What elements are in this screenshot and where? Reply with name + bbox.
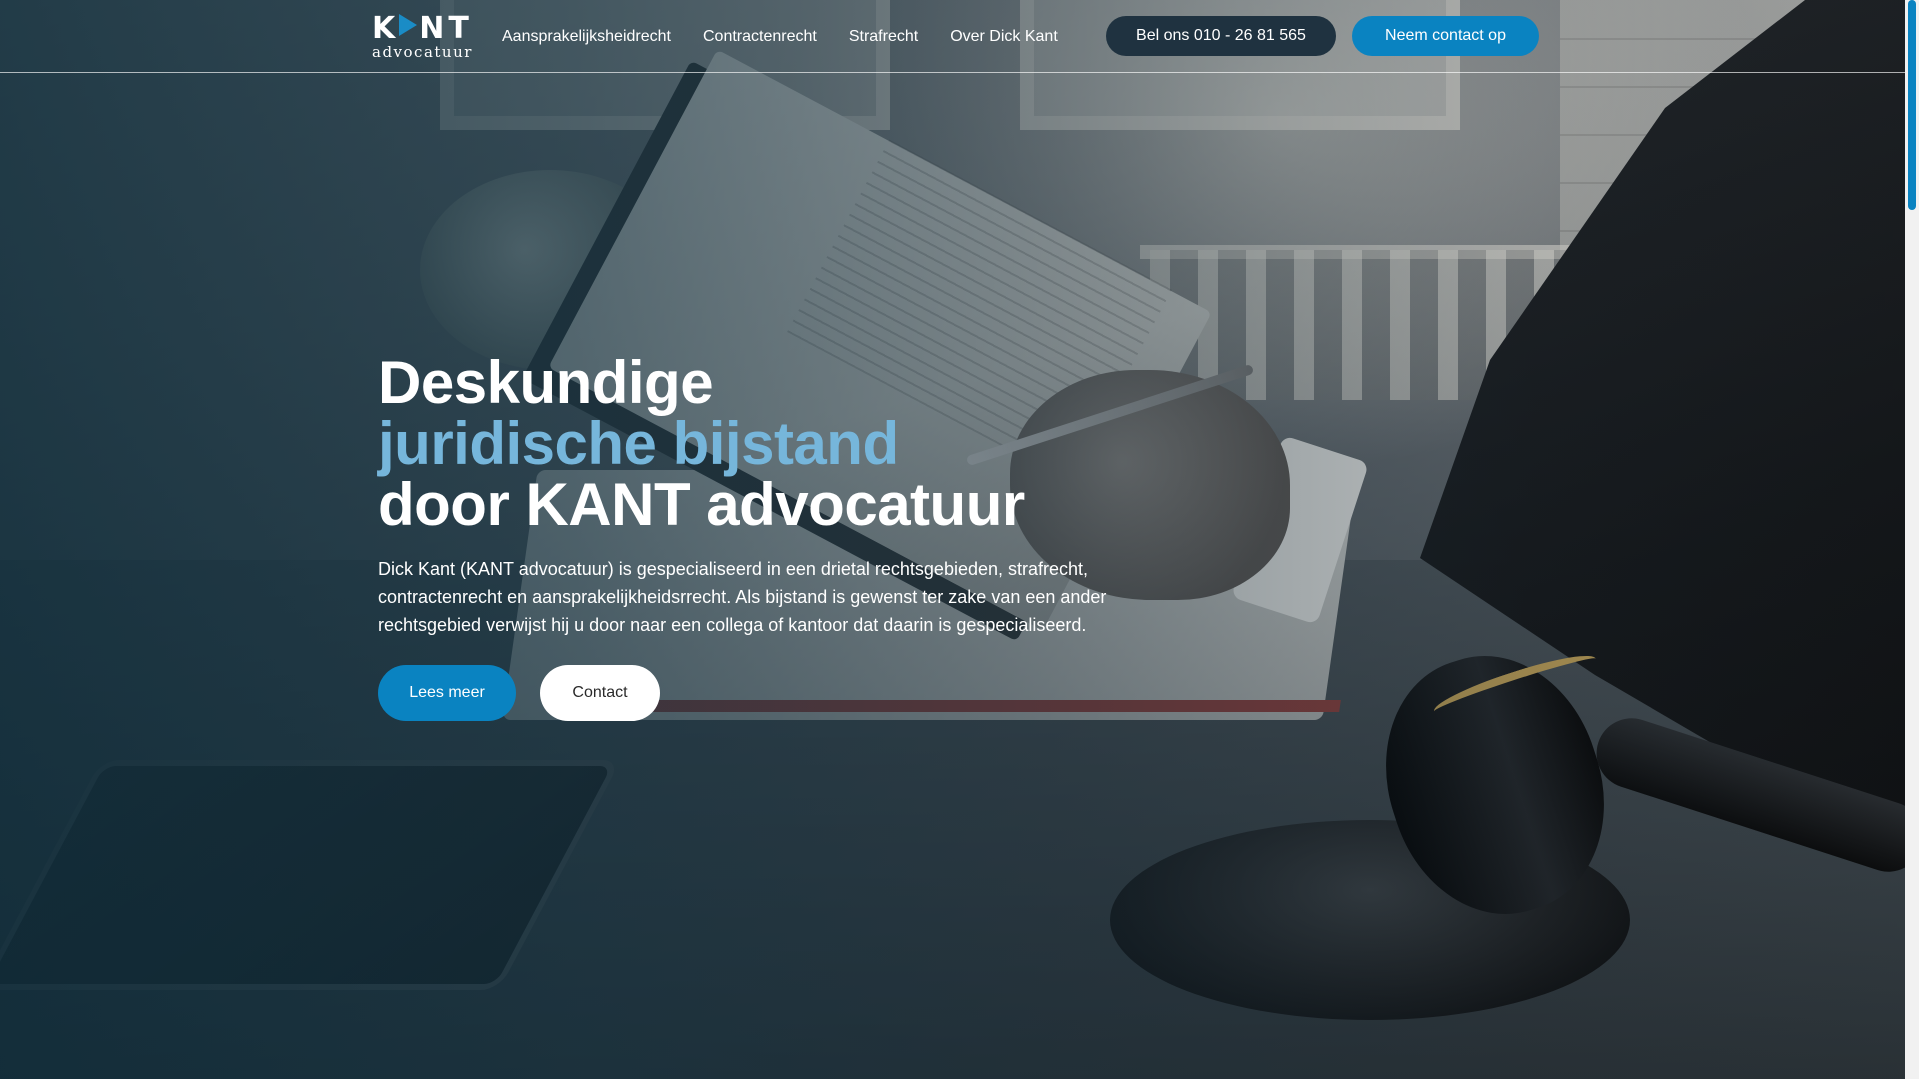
nav-item-contractenrecht[interactable]: Contractenrecht — [703, 28, 817, 46]
site-header: K NT advocatuur Aansprakelijksheidrecht C… — [0, 0, 1919, 73]
nav-item-aansprakelijksheidrecht[interactable]: Aansprakelijksheidrecht — [502, 28, 671, 46]
logo-triangle-icon — [399, 14, 418, 36]
logo-wordmark: K NT — [372, 14, 470, 44]
hero-button-group: Lees meer Contact — [378, 665, 1138, 721]
contact-us-button[interactable]: Neem contact op — [1352, 16, 1539, 56]
hero-title: Deskundige juridische bijstand door KANT… — [378, 352, 1138, 535]
hero-section: Deskundige juridische bijstand door KANT… — [378, 352, 1138, 721]
hero-title-line-2-highlight: juridische bijstand — [378, 410, 899, 477]
contact-button[interactable]: Contact — [540, 665, 660, 721]
scrollbar-thumb[interactable] — [1908, 0, 1916, 210]
main-navigation: Aansprakelijksheidrecht Contractenrecht … — [502, 0, 1090, 73]
nav-item-over-dick-kant[interactable]: Over Dick Kant — [950, 28, 1058, 46]
call-us-button[interactable]: Bel ons 010 - 26 81 565 — [1106, 16, 1336, 56]
read-more-button[interactable]: Lees meer — [378, 665, 516, 721]
hero-title-line-1: Deskundige — [378, 349, 714, 416]
logo-letters-nt: NT — [419, 11, 473, 46]
hero-description: Dick Kant (KANT advocatuur) is gespecial… — [378, 559, 1107, 635]
page-scrollbar[interactable] — [1905, 0, 1919, 1079]
logo-subtitle: advocatuur — [372, 43, 473, 61]
site-logo[interactable]: K NT advocatuur — [372, 14, 473, 61]
nav-item-strafrecht[interactable]: Strafrecht — [849, 28, 918, 46]
logo-letter-k: K — [372, 11, 400, 46]
hero-title-line-3: door KANT advocatuur — [378, 471, 1025, 538]
